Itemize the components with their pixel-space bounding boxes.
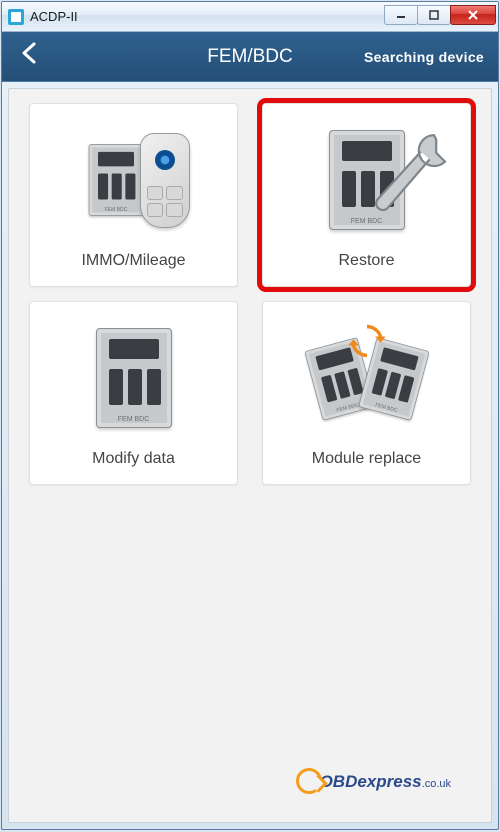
close-icon [467, 9, 479, 21]
watermark-brand: OBDexpress [320, 772, 422, 791]
minimize-icon [396, 10, 406, 20]
tile-restore[interactable]: FEM BDC Restore [262, 103, 471, 287]
ecu-module-icon: FEM BDC [96, 328, 172, 428]
titlebar[interactable]: ACDP-II [2, 2, 498, 32]
ecu-module-icon: FEM BDC [88, 144, 143, 216]
maximize-icon [429, 10, 439, 20]
tile-modify-data[interactable]: FEM BDC Modify data [29, 301, 238, 485]
tile-label: IMMO/Mileage [81, 252, 185, 270]
window-title: ACDP-II [30, 9, 385, 24]
watermark-ring-icon [296, 768, 322, 794]
watermark-suffix: .co.uk [422, 778, 451, 790]
ecu-module-icon: FEM BDC [329, 130, 405, 230]
tile-module-replace[interactable]: FEM BDC FEM BDC Module replace [262, 301, 471, 485]
tile-label: Module replace [312, 450, 421, 468]
back-button[interactable] [2, 42, 50, 71]
tile-label: Modify data [92, 450, 175, 468]
maximize-button[interactable] [417, 5, 451, 25]
content-area: FEM BDC IMMO/Mileage FEM BDC [8, 88, 492, 823]
tile-icon-immo: FEM BDC [36, 116, 231, 244]
chevron-left-icon [21, 42, 37, 64]
ecu-module-icon: FEM BDC [358, 337, 429, 421]
device-status: Searching device [364, 49, 484, 65]
tile-label: Restore [338, 252, 394, 270]
tile-icon-restore: FEM BDC [269, 116, 464, 244]
watermark-logo: OBDexpress.co.uk [296, 768, 451, 794]
window-controls [385, 4, 496, 26]
app-window: ACDP-II FEM/BDC Searching device FEM [1, 1, 499, 830]
app-icon [8, 9, 24, 25]
tile-icon-modify: FEM BDC [36, 314, 231, 442]
tile-icon-replace: FEM BDC FEM BDC [269, 314, 464, 442]
keyfob-icon [140, 133, 190, 228]
minimize-button[interactable] [384, 5, 418, 25]
tile-grid: FEM BDC IMMO/Mileage FEM BDC [29, 103, 471, 485]
tile-immo-mileage[interactable]: FEM BDC IMMO/Mileage [29, 103, 238, 287]
close-button[interactable] [450, 5, 496, 25]
app-header: FEM/BDC Searching device [2, 32, 498, 82]
